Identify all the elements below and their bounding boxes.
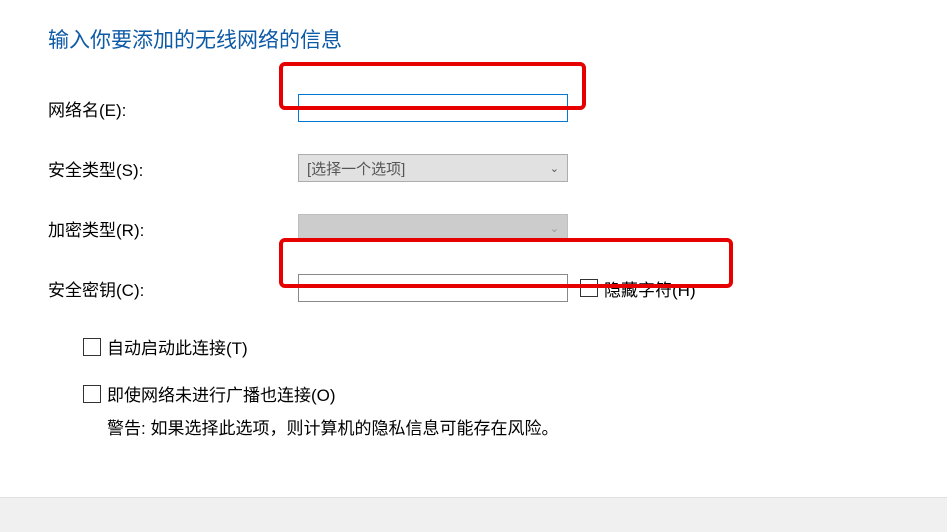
network-name-label: 网络名(E): bbox=[48, 96, 298, 121]
hide-chars-container: 隐藏字符(H) bbox=[580, 276, 696, 301]
security-key-row: 安全密钥(C): 隐藏字符(H) bbox=[48, 274, 899, 302]
chevron-down-icon: ⌄ bbox=[550, 222, 559, 235]
security-type-selected: [选择一个选项] bbox=[307, 158, 405, 179]
security-type-label: 安全类型(S): bbox=[48, 156, 298, 181]
page-title: 输入你要添加的无线网络的信息 bbox=[48, 24, 899, 54]
connect-no-broadcast-label: 即使网络未进行广播也连接(O) bbox=[107, 381, 336, 406]
hide-chars-checkbox[interactable] bbox=[580, 279, 598, 297]
auto-start-checkbox[interactable] bbox=[83, 338, 101, 356]
security-type-row: 安全类型(S): [选择一个选项] ⌄ bbox=[48, 154, 899, 182]
broadcast-warning-text: 警告: 如果选择此选项，则计算机的隐私信息可能存在风险。 bbox=[107, 414, 899, 439]
chevron-down-icon: ⌄ bbox=[550, 162, 559, 175]
security-type-select[interactable]: [选择一个选项] ⌄ bbox=[298, 154, 568, 182]
connect-no-broadcast-checkbox[interactable] bbox=[83, 385, 101, 403]
security-key-label: 安全密钥(C): bbox=[48, 276, 298, 301]
security-key-input[interactable] bbox=[298, 274, 568, 302]
options-section: 自动启动此连接(T) 即使网络未进行广播也连接(O) 警告: 如果选择此选项，则… bbox=[83, 334, 899, 439]
bottom-bar bbox=[0, 497, 947, 532]
hide-chars-label: 隐藏字符(H) bbox=[604, 276, 696, 301]
network-name-input[interactable] bbox=[298, 94, 568, 122]
encryption-type-select: ⌄ bbox=[298, 214, 568, 242]
encryption-type-row: 加密类型(R): ⌄ bbox=[48, 214, 899, 242]
network-name-row: 网络名(E): bbox=[48, 94, 899, 122]
auto-start-row: 自动启动此连接(T) bbox=[83, 334, 899, 359]
auto-start-label: 自动启动此连接(T) bbox=[107, 334, 248, 359]
encryption-type-label: 加密类型(R): bbox=[48, 216, 298, 241]
connect-no-broadcast-row: 即使网络未进行广播也连接(O) bbox=[83, 381, 899, 406]
